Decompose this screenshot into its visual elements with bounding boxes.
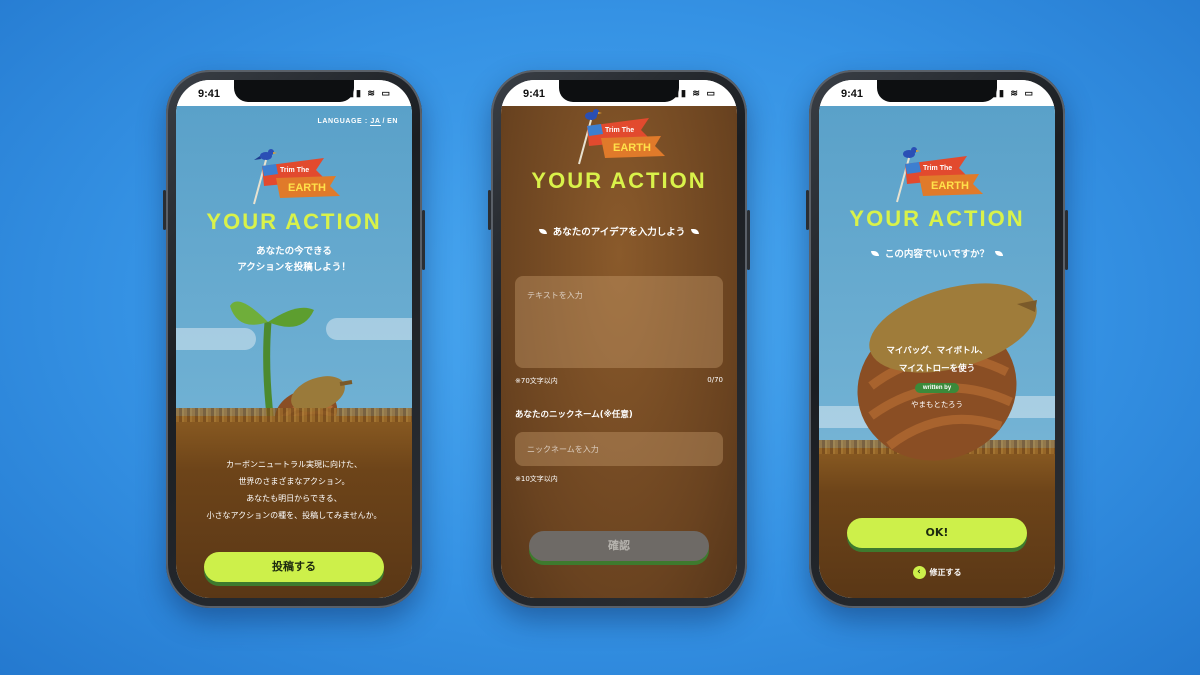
- author-name: やまもとたろう: [911, 400, 963, 409]
- description-line-2: 世界のさまざまなアクション。: [238, 477, 350, 486]
- status-time: 9:41: [198, 88, 221, 100]
- input-heading: あなたのアイデアを入力しよう: [501, 224, 737, 238]
- logo-line1: Trim The: [923, 165, 952, 172]
- text-input-counter: 0/70: [707, 376, 723, 384]
- nickname-input-placeholder: ニックネームを入力: [527, 445, 599, 454]
- description-line-1: カーボンニュートラル実現に向けた、: [226, 460, 362, 469]
- trim-the-earth-logo: Trim The EARTH: [561, 106, 677, 165]
- nickname-input[interactable]: ニックネームを入力: [515, 432, 723, 466]
- text-input-placeholder: テキストを入力: [527, 291, 583, 300]
- status-time: 9:41: [841, 88, 864, 100]
- phone-frame-1: 9:41 ▮▮▮ ≋ ▭ LANGUAGE : JA/EN: [163, 70, 425, 608]
- wifi-icon: ≋: [1010, 88, 1020, 98]
- description-line-3: あなたも明日からできる、: [246, 494, 342, 503]
- wifi-icon: ≋: [367, 88, 377, 98]
- preview-line-1: マイバッグ、マイボトル、: [886, 346, 988, 356]
- notch: [559, 80, 679, 102]
- app-intro: LANGUAGE : JA / EN Trim The EARTH YOUR A…: [176, 106, 412, 598]
- description: カーボンニュートラル実現に向けた、 世界のさまざまなアクション。 あなたも明日か…: [176, 456, 412, 524]
- logo-line2: EARTH: [613, 142, 651, 154]
- battery-icon: ▭: [1024, 88, 1035, 98]
- trim-the-earth-logo: Trim The EARTH: [236, 144, 352, 205]
- confirm-heading-text: この内容でいいですか？: [884, 249, 990, 260]
- app-input: Trim The EARTH YOUR ACTION あなたのアイデアを入力しよ…: [501, 106, 737, 598]
- submit-button[interactable]: 投稿する: [204, 552, 384, 582]
- phone-frame-3: 9:41 ▮▮▮ ≋ ▭: [806, 70, 1068, 608]
- text-input-hint: ※70文字以内: [515, 377, 558, 385]
- headline: YOUR ACTION: [206, 209, 382, 234]
- notch: [234, 80, 354, 102]
- bird-icon: [585, 109, 602, 120]
- preview-line-2: マイストローを使う: [898, 364, 976, 374]
- ok-button[interactable]: OK!: [847, 518, 1027, 548]
- bird-icon: [903, 147, 920, 158]
- logo-line2: EARTH: [931, 180, 969, 192]
- leaf-icon: [870, 251, 879, 256]
- leaf-icon: [691, 229, 700, 234]
- text-input[interactable]: テキストを入力: [515, 276, 723, 368]
- screen-intro: 9:41 ▮▮▮ ≋ ▭ LANGUAGE : JA/EN: [176, 80, 412, 598]
- nickname-label: あなたのニックネーム(※任意): [515, 410, 633, 420]
- bird-icon: [254, 149, 277, 160]
- app-confirm: Trim The EARTH YOUR ACTION この内容でいいですか？ マ…: [819, 106, 1055, 598]
- language-en-link[interactable]: EN: [387, 118, 398, 125]
- post-preview: マイバッグ、マイボトル、 マイストローを使う written by やまもとたろ…: [819, 342, 1055, 414]
- battery-icon: ▭: [706, 88, 717, 98]
- status-time: 9:41: [523, 88, 546, 100]
- subtitle-line-2: アクションを投稿しよう！: [237, 262, 351, 273]
- subtitle: あなたの今できる アクションを投稿しよう！: [176, 244, 412, 276]
- logo-line2: EARTH: [288, 182, 326, 194]
- screen-input: 9:41 ▮▮▮ ≋ ▭ Tri: [501, 80, 737, 598]
- battery-icon: ▭: [381, 88, 392, 98]
- leaf-icon: [995, 251, 1004, 256]
- edit-link-label: 修正する: [929, 568, 962, 577]
- language-separator: /: [382, 118, 386, 125]
- chevron-left-icon: ‹: [912, 566, 926, 579]
- written-by-badge: written by: [914, 383, 960, 393]
- language-label: LANGUAGE :: [317, 118, 368, 125]
- trim-the-earth-logo: Trim The EARTH: [879, 142, 995, 203]
- subtitle-line-1: あなたの今できる: [256, 246, 332, 257]
- leaf-icon: [538, 229, 547, 234]
- headline: YOUR ACTION: [849, 206, 1025, 231]
- logo-line1: Trim The: [605, 127, 634, 134]
- edit-link[interactable]: ‹ 修正する: [819, 566, 1055, 579]
- input-heading-text: あなたのアイデアを入力しよう: [552, 227, 686, 238]
- headline: YOUR ACTION: [531, 168, 707, 193]
- screen-confirm: 9:41 ▮▮▮ ≋ ▭: [819, 80, 1055, 598]
- phone-frame-2: 9:41 ▮▮▮ ≋ ▭ Tri: [488, 70, 750, 608]
- nickname-input-hint: ※10文字以内: [515, 475, 558, 483]
- description-line-4: 小さなアクションの種を、投稿してみませんか。: [206, 511, 382, 520]
- logo-line1: Trim The: [280, 167, 309, 174]
- language-switch: LANGUAGE : JA / EN: [317, 118, 398, 126]
- confirm-heading: この内容でいいですか？: [819, 246, 1055, 260]
- notch: [877, 80, 997, 102]
- language-ja-link[interactable]: JA: [370, 118, 381, 126]
- confirm-button[interactable]: 確認: [529, 531, 709, 561]
- wifi-icon: ≋: [692, 88, 702, 98]
